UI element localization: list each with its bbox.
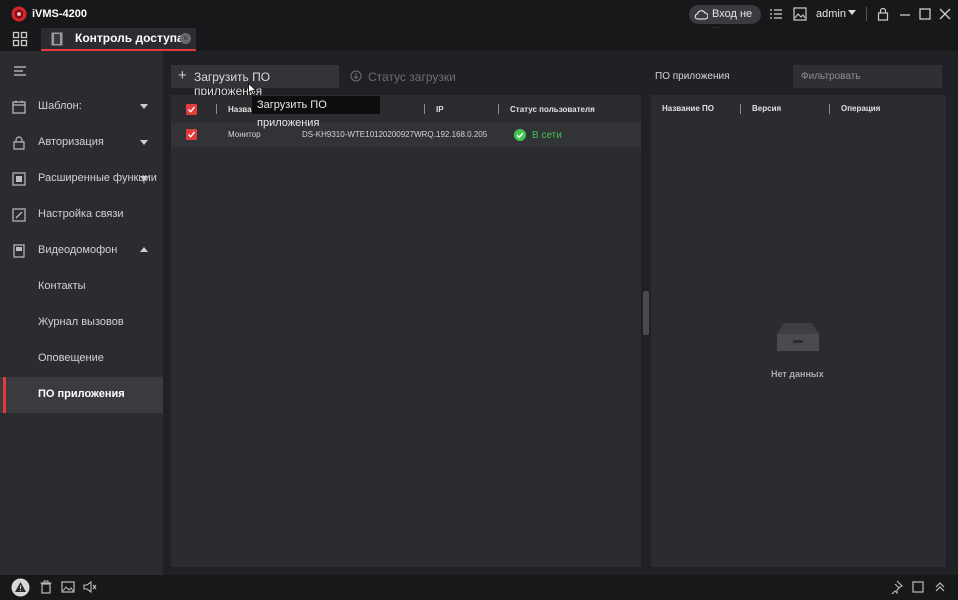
column-header-version[interactable]: Версия xyxy=(752,104,781,113)
sidebar-item-advanced[interactable]: Расширенные функции xyxy=(0,161,163,197)
hamburger-icon[interactable] xyxy=(13,65,27,77)
sidebar-item-authorization[interactable]: Авторизация xyxy=(0,125,163,161)
sidebar-item-label: Оповещение xyxy=(38,352,104,364)
caret-up-icon xyxy=(140,247,148,252)
sidebar-item-label: ПО приложения xyxy=(38,388,125,400)
sidebar-item-notification[interactable]: Оповещение xyxy=(0,341,163,377)
modules-grid-icon[interactable] xyxy=(12,31,28,47)
caret-down-icon xyxy=(140,140,148,145)
cloud-login-button[interactable]: Вход не ... xyxy=(689,5,761,32)
column-divider xyxy=(498,104,499,114)
mouse-cursor-icon xyxy=(248,83,257,96)
device-serial: DS-KH9310-WTE10120200927WRQ... xyxy=(302,130,441,139)
empty-state-text: Нет данных xyxy=(771,369,824,379)
minimize-icon[interactable] xyxy=(898,7,912,21)
sidebar-item-call-log[interactable]: Журнал вызовов xyxy=(0,305,163,341)
trash-icon[interactable] xyxy=(39,580,53,594)
app-software-title: ПО приложения xyxy=(655,71,730,82)
sidebar-item-label: Видеодомофон xyxy=(38,244,118,256)
double-chevron-up-icon[interactable] xyxy=(933,580,947,594)
upload-status-label: Статус загрузки xyxy=(368,70,456,84)
column-header-software-name[interactable]: Название ПО xyxy=(662,104,714,113)
app-title: iVMS-4200 xyxy=(32,8,88,20)
tab-close-icon[interactable]: × xyxy=(180,33,191,44)
upload-status-button[interactable]: Статус загрузки xyxy=(350,65,470,88)
sidebar-item-app-software[interactable]: ПО приложения xyxy=(0,377,163,413)
maximize-icon[interactable] xyxy=(918,7,932,21)
link-settings-icon xyxy=(12,208,26,222)
image-icon[interactable] xyxy=(61,580,75,594)
column-divider xyxy=(216,104,217,114)
empty-inbox-icon xyxy=(777,323,819,351)
upload-tooltip: Загрузить ПО приложения xyxy=(252,96,380,129)
title-separator xyxy=(866,7,867,21)
sidebar-item-template[interactable]: Шаблон: xyxy=(0,89,163,125)
column-divider xyxy=(740,104,741,114)
door-icon xyxy=(51,32,63,46)
app-logo-icon xyxy=(11,6,27,22)
tab-access-control[interactable]: Контроль доступа × xyxy=(41,28,196,51)
lock-icon xyxy=(13,136,25,150)
tab-bar: Контроль доступа × xyxy=(0,28,958,51)
row-checkbox[interactable] xyxy=(186,129,197,140)
column-divider xyxy=(829,104,830,114)
sidebar: Шаблон: Авторизация Расширенные функции … xyxy=(0,51,163,575)
picture-icon[interactable] xyxy=(793,7,807,21)
column-divider xyxy=(424,104,425,114)
fullscreen-icon[interactable] xyxy=(911,580,925,594)
task-list-icon[interactable] xyxy=(769,7,783,21)
sidebar-item-label: Контакты xyxy=(38,280,86,292)
advanced-functions-icon xyxy=(12,172,26,186)
upload-app-label: Загрузить ПО приложения xyxy=(194,70,271,98)
download-status-icon xyxy=(350,70,362,82)
pin-icon[interactable] xyxy=(889,580,903,594)
sidebar-item-label: Журнал вызовов xyxy=(38,316,124,328)
title-bar: iVMS-4200 Вход не ... admin xyxy=(0,0,958,32)
sidebar-item-label: Авторизация xyxy=(38,136,104,148)
device-ip: 192.168.0.205 xyxy=(436,130,488,139)
calendar-icon xyxy=(12,100,26,114)
select-all-checkbox[interactable] xyxy=(186,104,197,115)
sidebar-item-label: Настройка связи xyxy=(38,208,124,220)
sidebar-item-intercom[interactable]: Видеодомофон xyxy=(0,233,163,269)
close-icon[interactable] xyxy=(938,7,952,21)
mute-icon[interactable] xyxy=(83,580,97,594)
lock-icon[interactable] xyxy=(876,7,890,21)
chevron-down-icon[interactable] xyxy=(848,10,856,16)
sidebar-item-link-settings[interactable]: Настройка связи xyxy=(0,197,163,233)
status-bar xyxy=(0,575,958,600)
plus-icon: + xyxy=(178,67,187,84)
tab-label: Контроль доступа xyxy=(75,31,184,45)
device-name: Монитор xyxy=(228,130,261,139)
intercom-icon xyxy=(13,244,25,258)
cloud-icon xyxy=(694,10,708,20)
sidebar-item-label: Шаблон: xyxy=(38,100,82,112)
device-status: В сети xyxy=(532,130,562,141)
devices-panel xyxy=(171,95,641,567)
column-header-user-status[interactable]: Статус пользователя xyxy=(510,105,595,125)
alarm-warning-icon[interactable] xyxy=(11,578,30,597)
online-check-icon xyxy=(514,129,526,141)
caret-down-icon xyxy=(140,104,148,109)
caret-down-icon xyxy=(140,176,148,181)
filter-input[interactable]: Фильтровать xyxy=(793,65,942,88)
user-name[interactable]: admin xyxy=(816,8,846,20)
column-header-operation[interactable]: Операция xyxy=(841,104,880,113)
column-header-ip[interactable]: IP xyxy=(436,105,444,125)
sidebar-item-contacts[interactable]: Контакты xyxy=(0,269,163,305)
